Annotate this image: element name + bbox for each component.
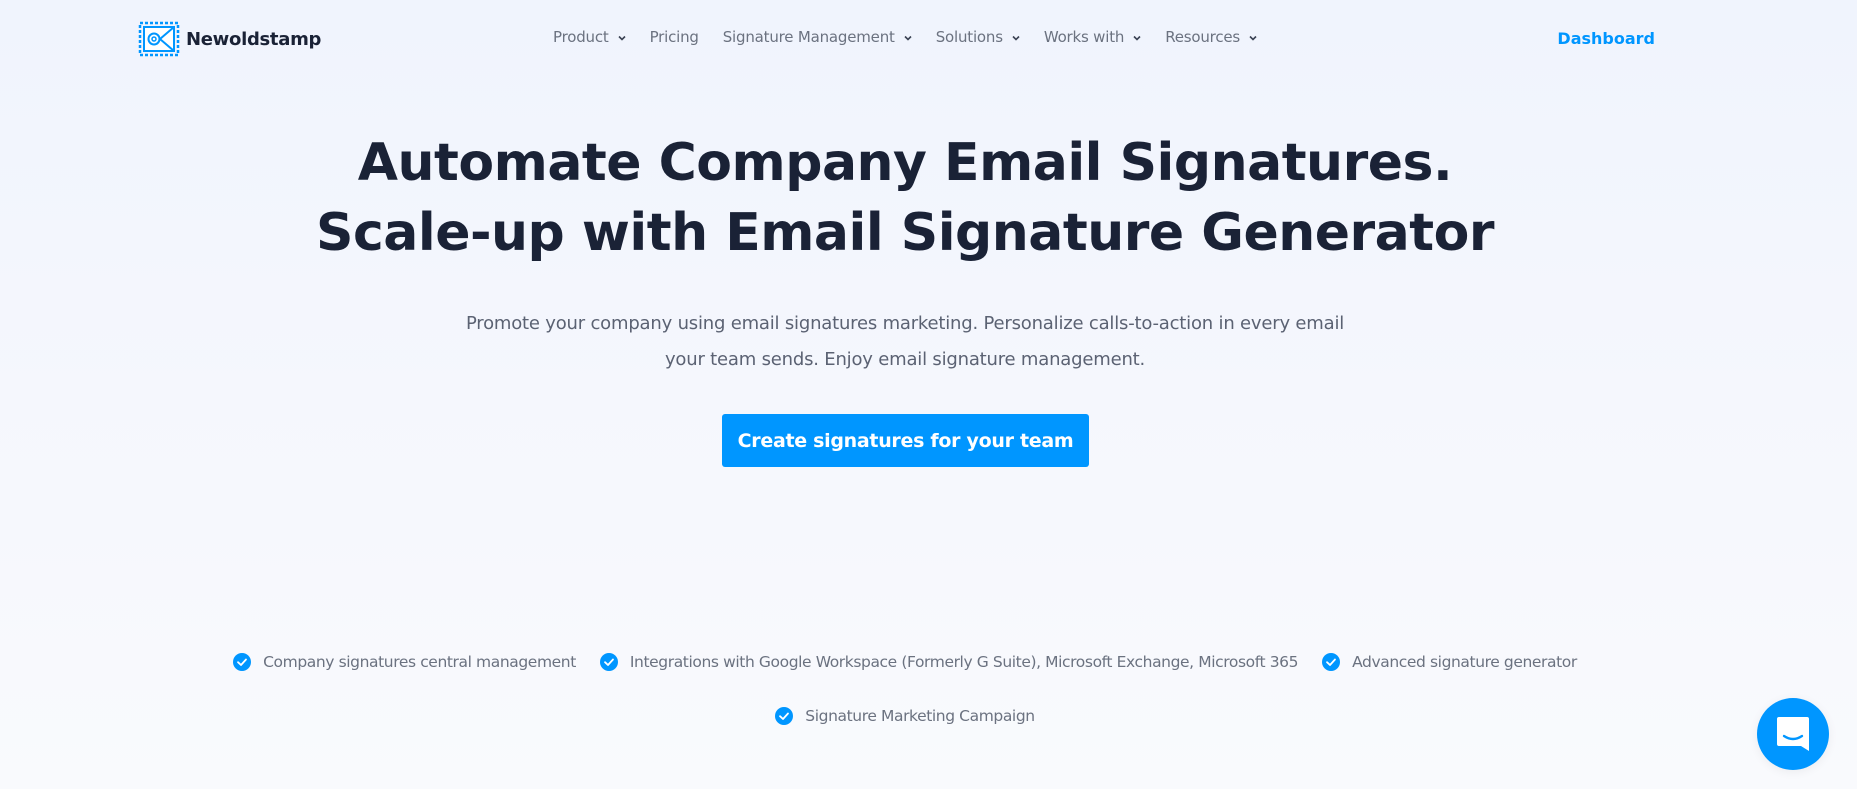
chat-bubble-icon <box>1777 717 1809 751</box>
site-header: Newoldstamp Product Pricing Signature Ma… <box>0 0 1857 80</box>
stamp-envelope-icon <box>138 21 180 57</box>
check-circle-icon <box>775 707 794 725</box>
hero-subtitle-line-2: your team sends. Enjoy email signature m… <box>664 349 1146 370</box>
check-circle-icon <box>233 653 252 671</box>
nav-item-signature-management[interactable]: Signature Management <box>723 28 912 46</box>
logo-link[interactable]: Newoldstamp <box>138 21 321 57</box>
hero-title-line-2: Scale-up with Email Signature Generator <box>316 203 1494 263</box>
chevron-down-icon <box>1012 35 1020 41</box>
feature-item: Advanced signature generator <box>1322 653 1577 671</box>
chevron-down-icon <box>1249 35 1257 41</box>
chevron-down-icon <box>1133 35 1141 41</box>
nav-label: Product <box>553 28 609 46</box>
feature-row: Company signatures central management In… <box>0 648 1810 676</box>
feature-item: Integrations with Google Workspace (Form… <box>599 653 1299 671</box>
hero-subtitle: Promote your company using email signatu… <box>0 306 1810 378</box>
chat-widget-button[interactable] <box>1757 698 1829 770</box>
feature-label: Signature Marketing Campaign <box>805 707 1035 725</box>
check-circle-icon <box>1322 653 1341 671</box>
nav-label: Pricing <box>649 28 699 46</box>
hero-subtitle-line-1: Promote your company using email signatu… <box>465 313 1345 334</box>
hero-title-line-1: Automate Company Email Signatures. <box>357 133 1453 193</box>
nav-item-works-with[interactable]: Works with <box>1044 28 1141 46</box>
feature-row: Signature Marketing Campaign <box>0 702 1810 730</box>
feature-label: Integrations with Google Workspace (Form… <box>629 653 1299 671</box>
nav-item-solutions[interactable]: Solutions <box>936 28 1020 46</box>
feature-label: Company signatures central management <box>263 653 576 671</box>
feature-item: Company signatures central management <box>233 653 576 671</box>
create-signatures-button[interactable]: Create signatures for your team <box>722 414 1089 467</box>
nav-item-pricing[interactable]: Pricing <box>650 28 699 46</box>
logo-text: Newoldstamp <box>186 28 322 50</box>
hero-title: Automate Company Email Signatures. Scale… <box>0 128 1810 268</box>
main-nav: Product Pricing Signature Management Sol… <box>553 28 1281 46</box>
nav-label: Resources <box>1165 28 1241 46</box>
nav-label: Solutions <box>935 28 1003 46</box>
chevron-down-icon <box>904 35 912 41</box>
dashboard-link[interactable]: Dashboard <box>1557 29 1655 48</box>
feature-list: Company signatures central management In… <box>0 648 1810 730</box>
nav-label: Signature Management <box>722 28 895 46</box>
feature-label: Advanced signature generator <box>1352 653 1577 671</box>
nav-label: Works with <box>1043 28 1125 46</box>
chevron-down-icon <box>617 35 626 41</box>
check-circle-icon <box>599 653 618 671</box>
nav-item-resources[interactable]: Resources <box>1165 28 1257 46</box>
feature-item: Signature Marketing Campaign <box>775 707 1035 725</box>
nav-item-product[interactable]: Product <box>553 28 626 46</box>
